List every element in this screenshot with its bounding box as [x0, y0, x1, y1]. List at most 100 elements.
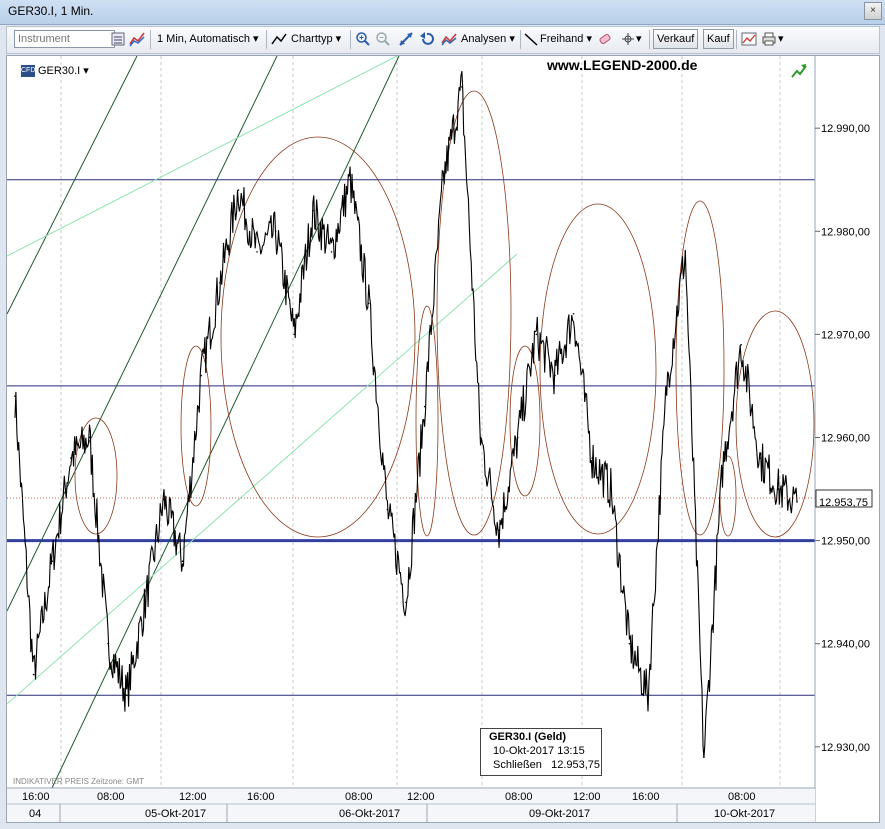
- move-arrows-icon[interactable]: [398, 31, 414, 47]
- price-point: [591, 457, 593, 459]
- price-point: [32, 673, 35, 676]
- y-tick-label: 12.960,00: [821, 432, 870, 444]
- x-tick-label: 08:00: [505, 791, 533, 803]
- horizontal-levels: [7, 179, 815, 696]
- kauf-button[interactable]: Kauf: [703, 29, 734, 49]
- toolbar-separator: [150, 30, 151, 49]
- analysis-icon: [441, 33, 457, 46]
- price-series: [14, 70, 798, 758]
- toolbar-separator: [649, 30, 650, 49]
- x-tick-label: 12:00: [407, 791, 435, 803]
- chevron-down-icon: ▾: [509, 33, 515, 45]
- chart-instrument-label[interactable]: CFD GER30.I ▾: [21, 64, 89, 78]
- ellipse-6: [509, 345, 541, 497]
- toolbar-separator: [520, 30, 521, 49]
- price-point: [107, 642, 109, 645]
- price-point: [349, 178, 351, 181]
- mode-label: Automatisch: [189, 33, 250, 45]
- last-price-label: 12.953,75: [819, 497, 868, 509]
- price-point: [144, 601, 147, 604]
- y-tick-label: 12.950,00: [821, 536, 870, 548]
- tooltip-close: Schließen 12.953,75: [493, 759, 600, 771]
- x-date-label: 04: [29, 808, 41, 820]
- indicative-price-note: INDIKATIVER PREIS Zeitzone: GMT: [13, 777, 144, 786]
- price-point: [14, 395, 16, 398]
- price-point: [405, 601, 407, 604]
- charttype-menu[interactable]: Charttyp ▾: [291, 30, 341, 48]
- window-titlebar: GER30.I, 1 Min. ×: [0, 0, 885, 25]
- analysen-menu[interactable]: Analysen ▾: [461, 30, 515, 48]
- tooltip-datetime: 10-Okt-2017 13:15: [493, 745, 585, 757]
- price-chart[interactable]: 12.930,00 12.940,00 12.950,00 12.960,00 12.9…: [7, 56, 879, 822]
- price-point: [647, 694, 649, 697]
- trendline-1: [7, 56, 138, 315]
- price-point: [777, 488, 780, 490]
- chevron-down-icon: ▾: [586, 33, 593, 45]
- price-point: [181, 560, 184, 562]
- chart-instrument-name: GER30.I: [38, 65, 81, 77]
- tooltip-close-label: Schließen: [493, 759, 542, 771]
- compare-chart-icon[interactable]: [129, 31, 145, 47]
- price-point: [274, 230, 277, 233]
- x-tick-label: 16:00: [632, 791, 660, 803]
- interval-select[interactable]: 1 Min, Automatisch ▾: [157, 30, 259, 48]
- x-tick-label: 08:00: [728, 791, 756, 803]
- price-point: [498, 529, 500, 532]
- chevron-down-icon: ▾: [83, 65, 89, 77]
- toolbar: 1 Min, Automatisch ▾ Charttyp ▾ Analysen…: [6, 26, 880, 54]
- price-point: [256, 251, 258, 253]
- y-tick-label: 12.930,00: [821, 742, 870, 754]
- line-chart-icon: [271, 33, 287, 45]
- trend-up-icon: [791, 64, 807, 78]
- price-point: [163, 498, 165, 501]
- y-tick-label: 12.940,00: [821, 639, 870, 651]
- toolbar-separator: [350, 30, 351, 49]
- price-point: [628, 642, 631, 645]
- price-point: [703, 756, 705, 758]
- ellipse-2: [180, 345, 212, 507]
- ellipse-8: [675, 200, 725, 536]
- y-tick-label: 12.980,00: [821, 226, 870, 238]
- print-icon[interactable]: [761, 31, 777, 47]
- price-point: [516, 436, 519, 439]
- cfd-icon: CFD: [21, 65, 35, 78]
- chevron-down-icon[interactable]: ▾: [778, 30, 784, 48]
- tooltip-close-value: 12.953,75: [551, 759, 601, 771]
- eraser-icon[interactable]: [597, 31, 613, 47]
- price-point: [200, 374, 202, 377]
- instrument-search-input[interactable]: [14, 30, 115, 48]
- price-point: [479, 436, 482, 439]
- charttype-label: Charttyp: [291, 33, 333, 45]
- chart-area[interactable]: 12.930,00 12.940,00 12.950,00 12.960,00 12.9…: [6, 55, 880, 823]
- verkauf-button[interactable]: Verkauf: [653, 29, 699, 49]
- price-point: [312, 209, 314, 212]
- ellipse-4: [415, 305, 439, 537]
- chart-settings-icon[interactable]: [741, 31, 757, 47]
- price-point: [88, 436, 91, 439]
- price-point: [237, 189, 240, 191]
- price-point: [125, 694, 128, 697]
- window-title: GER30.I, 1 Min.: [8, 4, 94, 18]
- x-tick-label: 16:00: [22, 791, 50, 803]
- crosshair-icon[interactable]: [620, 31, 636, 47]
- close-button[interactable]: ×: [864, 2, 882, 20]
- price-tooltip: GER30.I (Geld) 10-Okt-2017 13:15 Schließ…: [480, 728, 602, 776]
- x-tick-label: 16:00: [247, 791, 275, 803]
- price-point: [796, 501, 798, 503]
- undo-icon[interactable]: [419, 31, 435, 47]
- price-point: [367, 302, 370, 305]
- zoom-out-icon[interactable]: [375, 31, 391, 47]
- price-point: [461, 86, 463, 88]
- instrument-list-icon[interactable]: [110, 31, 126, 47]
- x-date-label: 05-Okt-2017: [145, 808, 206, 820]
- y-tick-label: 12.970,00: [821, 329, 870, 341]
- zoom-in-icon[interactable]: [355, 31, 371, 47]
- price-point: [721, 467, 724, 470]
- chevron-down-icon[interactable]: ▾: [636, 30, 642, 48]
- toolbar-separator: [266, 30, 267, 49]
- price-line: [14, 70, 798, 758]
- price-point: [293, 333, 296, 336]
- draw-line-icon: [524, 33, 538, 46]
- freihand-label: Freihand: [540, 33, 584, 45]
- freihand-menu[interactable]: Freihand ▾: [540, 30, 592, 48]
